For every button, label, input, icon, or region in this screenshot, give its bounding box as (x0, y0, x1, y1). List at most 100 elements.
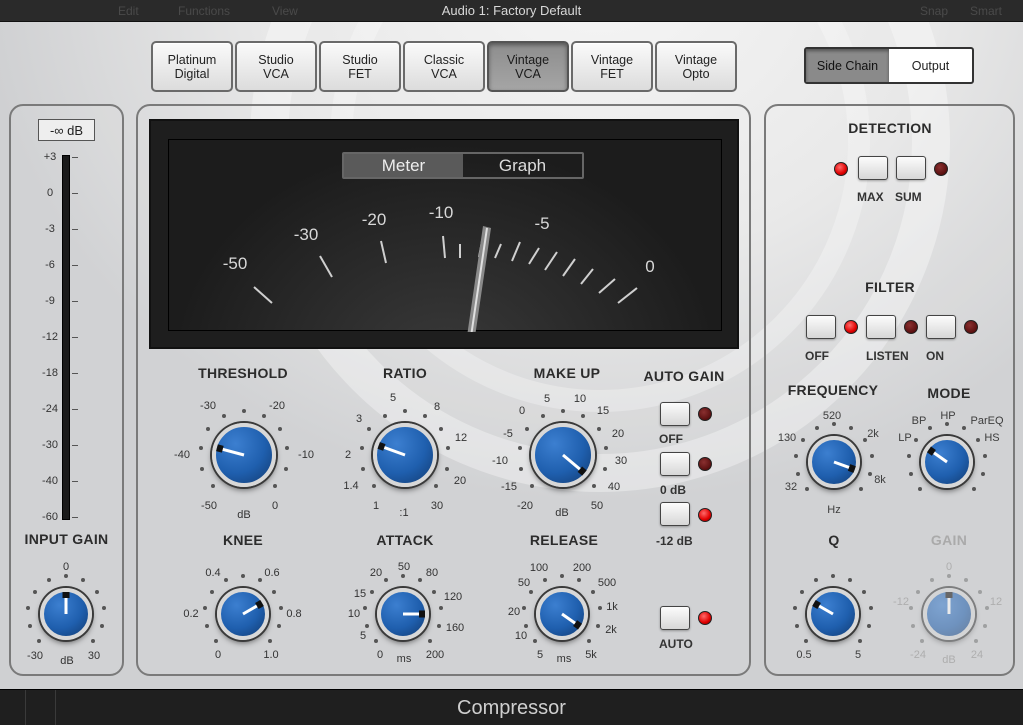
auto-gain-minus12-button[interactable] (660, 502, 690, 526)
knob-tick-label: 20 (453, 475, 467, 487)
auto-gain-label: AUTO GAIN (643, 368, 725, 384)
knob-tick-label: -10 (298, 449, 314, 461)
input-gain-scale-tick: -9 (45, 295, 55, 307)
menu-smart[interactable]: Smart (970, 0, 1002, 22)
filter-on-label: ON (926, 349, 944, 363)
model-button-2[interactable]: Studio FET (319, 41, 401, 92)
title-bar: Edit Functions View Audio 1: Factory Def… (0, 0, 1023, 22)
knob-tick-label: 1k (606, 601, 618, 613)
input-gain-readout: -∞ dB (38, 119, 95, 141)
knob-tick-label: 160 (445, 622, 465, 634)
knob-tick-label: 20 (611, 428, 625, 440)
ratio-label: RATIO (382, 365, 428, 381)
input-gain-min-label: -30 (27, 650, 43, 662)
detection-label: DETECTION (848, 120, 932, 136)
mode-knob[interactable] (921, 436, 973, 488)
input-gain-scale-tick: -3 (45, 223, 55, 235)
threshold-knob[interactable] (212, 423, 276, 487)
knob-tick-label: dB (555, 507, 569, 519)
model-button-6[interactable]: Vintage Opto (655, 41, 737, 92)
side-chain-button[interactable]: Side Chain (806, 49, 889, 82)
threshold-label: THRESHOLD (198, 365, 288, 381)
input-gain-center-label: 0 (62, 561, 70, 573)
knee-knob[interactable] (217, 588, 269, 640)
knob-tick-label: 500 (597, 577, 617, 589)
knob-tick-label: 0 (214, 649, 222, 661)
input-gain-scale-tick: -24 (42, 403, 58, 415)
knob-tick-label: 200 (572, 562, 592, 574)
model-button-4[interactable]: Vintage VCA (487, 41, 569, 92)
input-gain-scale-tick: -60 (42, 511, 58, 523)
makeup-label: MAKE UP (533, 365, 601, 381)
detection-sum-label: SUM (895, 190, 922, 204)
makeup-knob[interactable] (531, 423, 595, 487)
knob-tick-label: 200 (425, 649, 445, 661)
input-gain-knob[interactable] (40, 588, 92, 640)
auto-gain-off-button[interactable] (660, 402, 690, 426)
input-gain-max-label: 30 (87, 650, 101, 662)
knob-tick-label: ms (396, 653, 412, 665)
knob-tick-label: 0.2 (183, 608, 199, 620)
meter-scale-10: -10 (428, 203, 454, 222)
knob-tick-label: 20 (369, 567, 383, 579)
release-knob[interactable] (536, 588, 588, 640)
ratio-knob[interactable] (373, 423, 437, 487)
auto-button[interactable] (660, 606, 690, 630)
knob-tick-label: 40 (607, 481, 621, 493)
knob-tick-label: 0.4 (205, 567, 221, 579)
menu-snap[interactable]: Snap (920, 0, 948, 22)
knob-tick-label: 2 (344, 449, 352, 461)
input-gain-scale-tick: +3 (43, 151, 57, 163)
knob-tick-label: 0 (518, 405, 526, 417)
knob-tick-label: 0.8 (286, 608, 302, 620)
knob-tick-label: 10 (514, 630, 528, 642)
auto-gain-0db-led (698, 457, 712, 471)
menu-functions[interactable]: Functions (178, 0, 230, 22)
input-gain-scale-tick: -18 (42, 367, 58, 379)
attack-knob[interactable] (377, 588, 429, 640)
knob-tick-label: -30 (200, 400, 216, 412)
knob-tick-label: 10 (347, 608, 361, 620)
auto-gain-0db-button[interactable] (660, 452, 690, 476)
knob-tick-label: 50 (517, 577, 531, 589)
detection-sum-led (934, 162, 948, 176)
knob-tick-label: 5 (389, 392, 397, 404)
model-button-3[interactable]: Classic VCA (403, 41, 485, 92)
model-button-5[interactable]: Vintage FET (571, 41, 653, 92)
meter-needle (467, 226, 491, 332)
filter-label: FILTER (865, 279, 915, 295)
detection-sum-button[interactable] (896, 156, 926, 180)
filter-off-button[interactable] (806, 315, 836, 339)
filter-on-button[interactable] (926, 315, 956, 339)
frequency-knob[interactable] (808, 436, 860, 488)
knob-tick-label: 3 (355, 413, 363, 425)
detection-max-button[interactable] (858, 156, 888, 180)
output-button[interactable]: Output (889, 49, 972, 82)
knob-tick-label: 0 (376, 649, 384, 661)
knob-tick-label: 8 (433, 401, 441, 413)
model-button-1[interactable]: Studio VCA (235, 41, 317, 92)
meter-scale-30: -30 (293, 225, 319, 244)
knob-tick-label: ms (556, 653, 572, 665)
compressor-plugin-window: Edit Functions View Audio 1: Factory Def… (0, 0, 1023, 725)
filter-gain-knob[interactable] (923, 588, 975, 640)
knob-tick-label: -20 (269, 400, 285, 412)
knob-tick-label: -5 (503, 428, 513, 440)
knob-tick-label: 20 (507, 606, 521, 618)
menu-view[interactable]: View (272, 0, 298, 22)
q-knob[interactable] (807, 588, 859, 640)
knob-tick-label: 30 (430, 500, 444, 512)
filter-listen-label: LISTEN (866, 349, 909, 363)
knob-tick-label: 15 (353, 588, 367, 600)
auto-led (698, 611, 712, 625)
menu-edit[interactable]: Edit (118, 0, 139, 22)
meter-scale-50: -50 (222, 254, 248, 273)
sidechain-output-toggle: Side Chain Output (804, 47, 974, 84)
knob-tick-label: -50 (201, 500, 217, 512)
knob-tick-label: 80 (425, 567, 439, 579)
knob-tick-label: 5k (585, 649, 597, 661)
model-button-0[interactable]: Platinum Digital (151, 41, 233, 92)
filter-listen-button[interactable] (866, 315, 896, 339)
knob-tick-label: 100 (529, 562, 549, 574)
knob-tick-label: 15 (596, 405, 610, 417)
